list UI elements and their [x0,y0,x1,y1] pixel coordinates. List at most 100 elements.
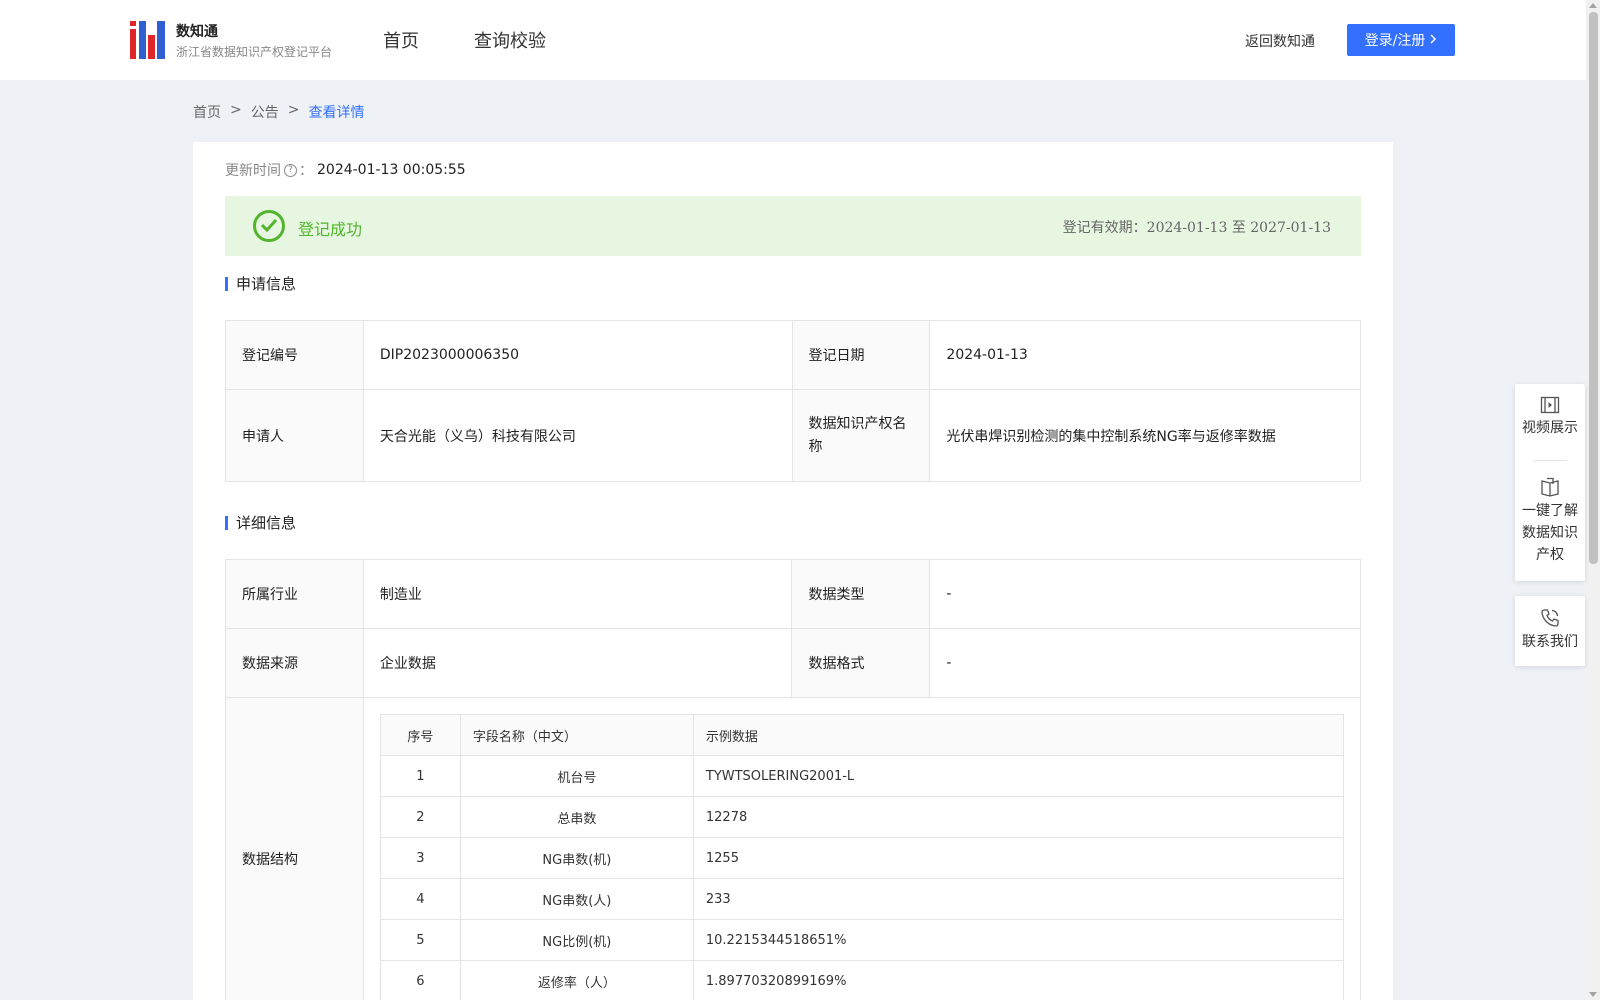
section-details-label: 详细信息 [236,514,297,532]
brand-name: 数知通 [176,24,218,40]
login-register-label: 登录/注册 [1364,33,1426,49]
back-to-home-link[interactable]: 返回数知通 [1245,31,1315,51]
sample-data: 10.2215344518651% [692,919,1345,961]
side-contact-panel: 联系我们 [1515,596,1585,666]
application-info-table: 登记编号 DIP2023000006350 登记日期 2024-01-13 申请… [225,320,1361,482]
details-info-table: 所属行业 制造业 数据类型 - 数据来源 企业数据 数据格式 - 数据结构 序号… [225,559,1362,1000]
video-showcase-button[interactable]: 视频展示 [1515,384,1585,460]
field-name: NG串数(机) [459,837,694,879]
row-index: 4 [379,878,461,920]
update-time-colon: ： [299,163,313,179]
applicant-label: 申请人 [225,389,364,482]
logo-bar [148,35,155,59]
field-name: 机台号 [459,755,694,797]
industry-value: 制造业 [362,559,793,629]
login-register-button[interactable]: 登录/注册 [1347,24,1455,56]
reg-no-label: 登记编号 [225,320,364,390]
table-row: 5 NG比例(机) 10.2215344518651% [379,919,1345,961]
detail-card: 更新时间 ? ： 2024-01-13 00:05:55 登记成功 登记有效期：… [193,142,1393,1000]
applicant-value: 天合光能（义乌）科技有限公司 [362,389,793,482]
structure-cell: 序号 字段名称（中文） 示例数据 1 机台号 TYWTSOLERING2001-L 2… [362,697,1362,1000]
reg-date-label: 登记日期 [791,320,931,390]
sample-data: 1255 [692,837,1345,879]
breadcrumb-current: 查看详情 [308,105,365,121]
table-row: 3 NG串数(机) 1255 [379,837,1345,879]
structure-label: 数据结构 [225,697,364,1000]
reg-no-value: DIP2023000006350 [362,320,793,390]
video-showcase-label: 视频展示 [1522,420,1578,436]
validity-period: 登记有效期：2024-01-13 至 2027-01-13 [1063,217,1331,237]
breadcrumb-notice[interactable]: 公告 [251,102,279,122]
table-row: 1 机台号 TYWTSOLERING2001-L [379,755,1345,797]
row-index: 1 [379,755,461,797]
data-type-value: - [929,559,1361,629]
sample-data: 233 [692,878,1345,920]
logo-dot [130,21,136,26]
nav-query-verify[interactable]: 查询校验 [474,27,546,53]
logo-bar [130,29,136,59]
scroll-down-arrow-icon[interactable] [1589,992,1597,997]
structure-header-row: 序号 字段名称（中文） 示例数据 [379,714,1345,756]
industry-label: 所属行业 [225,559,364,629]
table-row: 数据来源 企业数据 数据格式 - [225,628,1361,698]
top-header: 数知通 浙江省数据知识产权登记平台 首页 查询校验 返回数知通 登录/注册 [0,0,1586,80]
contact-us-label: 联系我们 [1522,634,1578,650]
section-details-title: 详细信息 [225,512,296,533]
update-time-label: 更新时间 [225,163,281,179]
ip-name-value: 光伏串焊识别检测的集中控制系统NG率与返修率数据 [929,389,1361,482]
col-header-index: 序号 [379,714,461,756]
nav-home[interactable]: 首页 [383,27,419,53]
logo-bar [157,21,165,59]
update-time-row: 更新时间 ? ： 2024-01-13 00:05:55 [225,160,466,180]
page-scrollbar[interactable] [1586,0,1600,1000]
ip-name-label: 数据知识产权名称 [791,389,931,482]
section-application-label: 申请信息 [236,275,297,293]
check-circle-icon [253,210,285,242]
learn-ip-button[interactable]: 一键了解 数据知识 产权 [1515,461,1585,566]
table-row: 4 NG串数(人) 233 [379,878,1345,920]
contact-us-button[interactable]: 联系我们 [1515,596,1585,653]
field-name: 总串数 [459,796,694,838]
brand-subtitle: 浙江省数据知识产权登记平台 [176,45,333,59]
data-type-label: 数据类型 [791,559,931,629]
help-icon[interactable]: ? [284,163,297,177]
validity-value: 2024-01-13 至 2027-01-13 [1146,220,1331,236]
table-row: 数据结构 序号 字段名称（中文） 示例数据 1 机台号 TYWTSOLERING20… [225,697,1362,1000]
learn-ip-label-1: 一键了解 [1522,503,1578,519]
format-value: - [929,628,1361,698]
video-icon [1540,396,1560,414]
breadcrumb: 首页 > 公告 > 查看详情 [193,102,364,122]
col-header-field-name: 字段名称（中文） [459,714,694,756]
status-banner: 登记成功 登记有效期：2024-01-13 至 2027-01-13 [225,196,1361,256]
scroll-thumb[interactable] [1589,12,1598,564]
table-row: 申请人 天合光能（义乌）科技有限公司 数据知识产权名称 光伏串焊识别检测的集中控… [225,389,1361,482]
breadcrumb-home[interactable]: 首页 [193,102,221,122]
format-label: 数据格式 [791,628,931,698]
source-value: 企业数据 [362,628,793,698]
row-index: 6 [379,960,461,1000]
validity-label: 登记有效期： [1062,220,1147,236]
table-row: 2 总串数 12278 [379,796,1345,838]
update-time-value: 2024-01-13 00:05:55 [317,162,466,178]
learn-ip-label-2: 数据知识 [1522,525,1578,541]
phone-icon [1541,609,1559,627]
side-help-panel: 视频展示 一键了解 数据知识 产权 [1515,384,1585,581]
book-icon [1541,477,1559,497]
source-label: 数据来源 [225,628,364,698]
section-accent-bar [225,276,228,291]
breadcrumb-separator: > [230,102,242,118]
row-index: 3 [379,837,461,879]
structure-body: 1 机台号 TYWTSOLERING2001-L 2 总串数 12278 3 NG串数(机) 1… [379,755,1345,1000]
row-index: 2 [379,796,461,838]
field-name: 返修率（人） [459,960,694,1000]
data-structure-table: 序号 字段名称（中文） 示例数据 1 机台号 TYWTSOLERING2001-L 2… [379,714,1345,1000]
row-index: 5 [379,919,461,961]
table-row: 6 返修率（人） 1.89770320899169% [379,960,1345,1000]
scroll-up-arrow-icon[interactable] [1589,3,1597,8]
field-name: NG串数(人) [459,878,694,920]
site-logo[interactable] [130,21,165,59]
reg-date-value: 2024-01-13 [929,320,1361,390]
section-application-title: 申请信息 [225,273,296,294]
sample-data: 12278 [692,796,1345,838]
learn-ip-label-3: 产权 [1536,547,1564,563]
